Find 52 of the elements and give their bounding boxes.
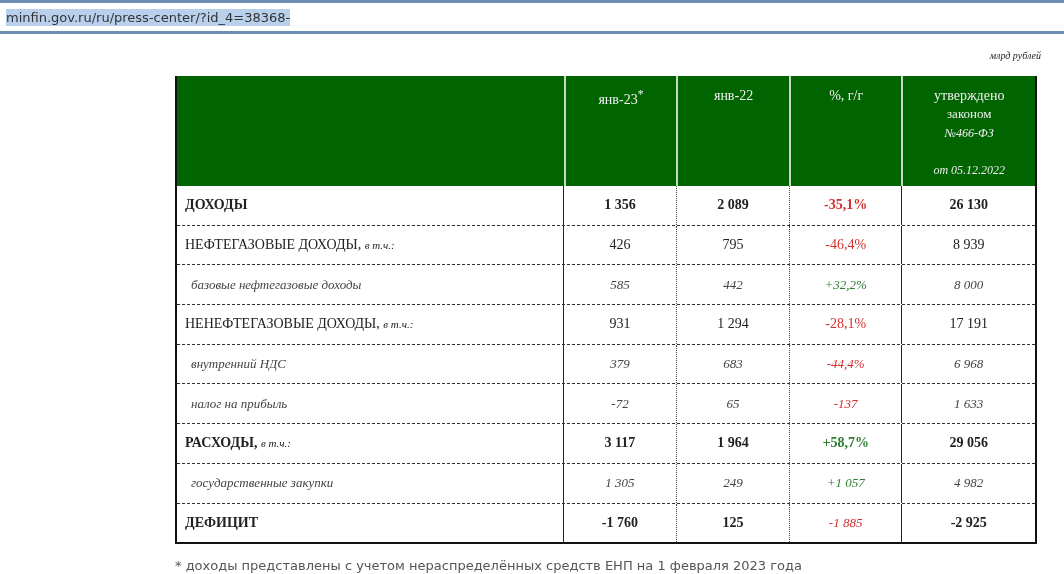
header-cell: янв-22 [676, 76, 789, 186]
table-cell: внутренний НДС [177, 344, 564, 384]
table-cell: 249 [676, 463, 789, 503]
table-cell-text: 1 305 [604, 474, 636, 493]
table-cell: 26 130 [901, 186, 1035, 225]
table-cell-text: 426 [608, 236, 632, 255]
table-cell: 442 [676, 265, 789, 305]
table-cell-text: 379 [609, 355, 631, 374]
table-cell: -2 925 [901, 503, 1035, 543]
table-cell: 65 [676, 384, 789, 424]
table-cell: 683 [676, 344, 789, 384]
table-cell: ДОХОДЫ [177, 186, 564, 225]
table-cell: 1 964 [676, 424, 789, 463]
table-cell: +1 057 [788, 463, 902, 503]
table-cell: 125 [676, 503, 789, 543]
table-cell-text: 1 356 [603, 196, 637, 215]
table-cell: 8 939 [901, 225, 1035, 265]
table-cell-text: 3 117 [603, 434, 637, 453]
table-cell-text: -1 760 [600, 513, 640, 532]
table-cell-text: 931 [608, 315, 632, 334]
footnote: * доходы представлены с учетом нераспределённых средств ЕНП на 1 февраля 2023 года [175, 558, 803, 574]
table-cell: ДЕФИЦИТ [177, 503, 564, 543]
table-cell: 2 089 [676, 186, 789, 225]
header-cell: утверждено законом №466-ФЗ от 05.12.2022 [901, 76, 1035, 186]
table-cell: 8 000 [901, 265, 1035, 305]
table-cell: -28,1% [788, 305, 902, 344]
address-field[interactable]: minfin.gov.ru/ru/press-center/?id_4=38368- [6, 8, 291, 26]
table-cell: 1 633 [901, 384, 1035, 424]
table-cell: 4 982 [901, 463, 1035, 503]
table-cell: 29 056 [901, 424, 1035, 463]
table-cell: -44,4% [788, 344, 902, 384]
table-cell: -137 [788, 384, 902, 424]
unit-label: млрд рублей [989, 49, 1041, 61]
table-cell: РАСХОДЫ, в т.ч.: [177, 424, 564, 463]
table-cell: 6 968 [901, 344, 1035, 384]
table-cell-text: 585 [609, 275, 631, 294]
table-cell: налог на прибыль [177, 384, 564, 424]
table-cell: -46,4% [788, 225, 902, 265]
table-cell: -35,1% [788, 186, 902, 225]
header-cell: янв-23$^{*}$ [563, 76, 677, 186]
table-cell-text: -72 [610, 394, 630, 413]
table-cell: НЕНЕФТЕГАЗОВЫЕ ДОХОДЫ, в т.ч.: [177, 305, 564, 344]
table-cell: +32,2% [788, 265, 902, 305]
table-cell: 795 [676, 225, 789, 265]
table-cell: базовые нефтегазовые доходы [177, 265, 564, 305]
table-cell: -1 885 [788, 503, 902, 543]
table-cell: 17 191 [901, 305, 1035, 344]
table-cell: государственные закупки [177, 463, 564, 503]
table-cell: +58,7% [788, 424, 902, 463]
table-cell: 1 294 [676, 305, 789, 344]
header-cell: %, г/г [788, 76, 902, 186]
table-cell: НЕФТЕГАЗОВЫЕ ДОХОДЫ, в т.ч.: [177, 225, 564, 265]
